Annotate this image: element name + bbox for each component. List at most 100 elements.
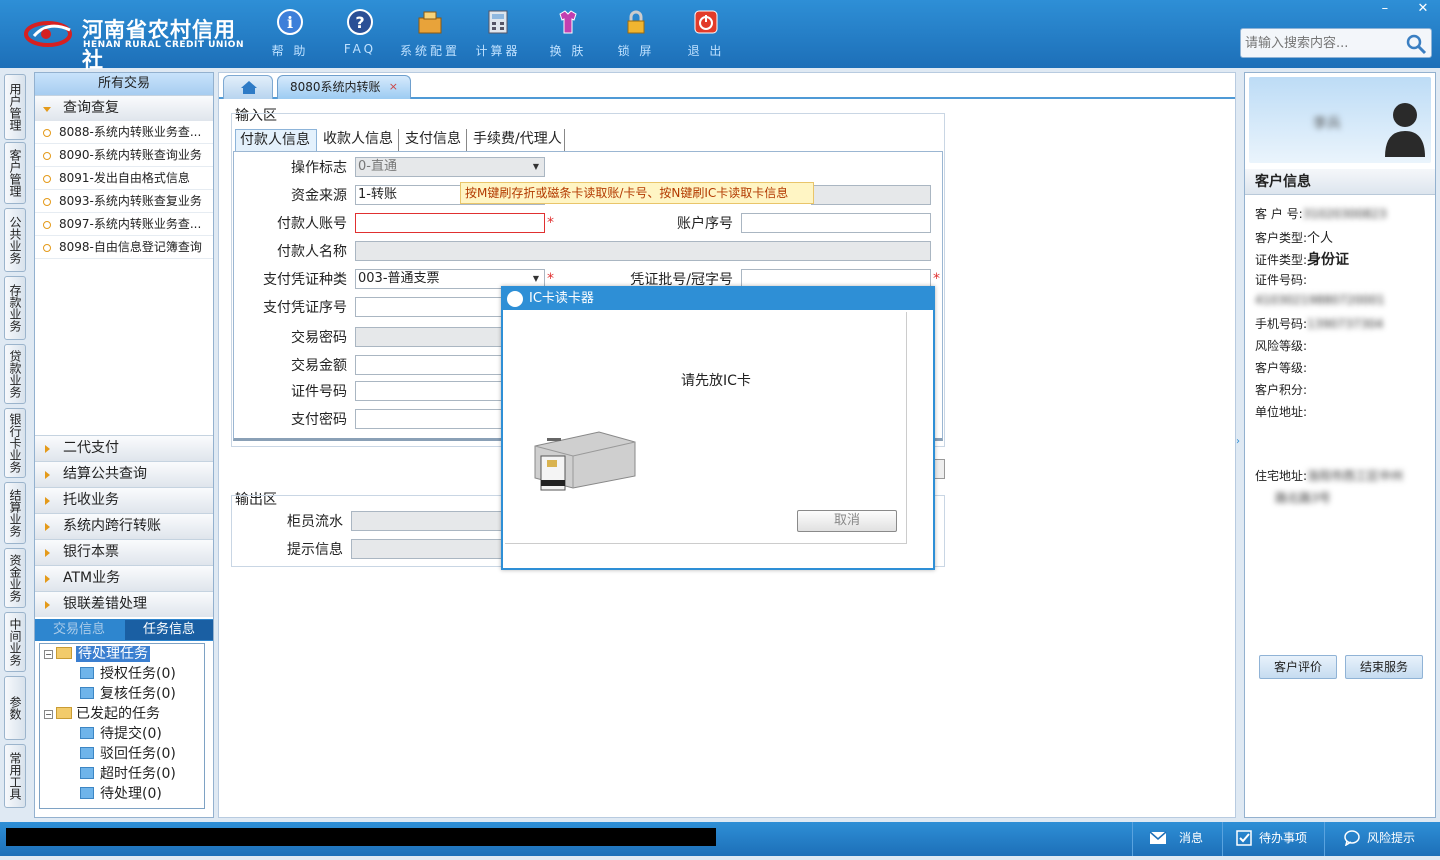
- home-tab[interactable]: [223, 75, 273, 99]
- info-tabs: 交易信息 任务信息: [35, 619, 213, 641]
- rail-deposit[interactable]: 存款业务: [4, 276, 26, 340]
- tab-task-info[interactable]: 任务信息: [125, 620, 213, 640]
- rail-loan[interactable]: 贷款业务: [4, 344, 26, 404]
- rail-fund[interactable]: 资金业务: [4, 548, 26, 608]
- calculator-button[interactable]: 计算器: [468, 8, 528, 64]
- home-icon: [241, 81, 257, 94]
- card-reader-icon: [534, 431, 636, 491]
- rail-customer-mgmt[interactable]: 客户管理: [4, 142, 26, 204]
- nav-group-settlement-query[interactable]: 结算公共查询: [35, 461, 213, 487]
- task-icon: [80, 787, 94, 799]
- messages-button[interactable]: 消息: [1132, 822, 1222, 856]
- nav-group-cashier-check[interactable]: 银行本票: [35, 539, 213, 565]
- skin-button[interactable]: 换 肤: [538, 8, 598, 64]
- tree-node-initiated[interactable]: − 已发起的任务: [44, 704, 160, 724]
- exit-button[interactable]: 退 出: [676, 8, 736, 64]
- field-work-address: 单位地址:: [1255, 405, 1308, 419]
- dialog-title: IC卡读卡器: [529, 291, 594, 306]
- rail-user-mgmt[interactable]: 用户管理: [4, 74, 26, 140]
- task-icon: [80, 767, 94, 779]
- tx-amount-label: 交易金额: [291, 358, 347, 374]
- nav-group-cnaps[interactable]: 二代支付: [35, 435, 213, 461]
- close-tab-icon[interactable]: ×: [389, 76, 398, 98]
- account-seq-label: 账户序号: [677, 216, 733, 232]
- checkbox-icon: [1236, 830, 1252, 846]
- voucher-seq-label: 支付凭证序号: [263, 300, 347, 316]
- nav-item[interactable]: 8093-系统内转账查复业务: [35, 190, 213, 213]
- nav-item[interactable]: 8098-自由信息登记簿查询: [35, 236, 213, 259]
- faq-button[interactable]: ? FAQ: [330, 8, 390, 64]
- nav-group-collection[interactable]: 托收业务: [35, 487, 213, 513]
- rail-intermediary[interactable]: 中间业务: [4, 612, 26, 672]
- nav-group-query[interactable]: 查询查复: [35, 95, 213, 121]
- customer-profile: 李兵: [1249, 77, 1431, 163]
- risk-alert-button[interactable]: 风险提示: [1324, 822, 1440, 856]
- tab-payer-info[interactable]: 付款人信息: [235, 129, 317, 151]
- skin-label: 换 肤: [549, 44, 587, 58]
- close-window-button[interactable]: ✕: [1406, 0, 1440, 18]
- end-service-button[interactable]: 结束服务: [1345, 655, 1423, 679]
- customer-name: 李兵: [1313, 116, 1341, 132]
- search-icon[interactable]: [1405, 33, 1427, 55]
- logo: 河南省农村信用社 HENAN RURAL CREDIT UNION: [24, 12, 244, 72]
- tab-8080[interactable]: 8080系统内转账 ×: [277, 75, 411, 99]
- tree-node-submit[interactable]: 待提交(0): [80, 724, 162, 744]
- tab-fee-agent[interactable]: 手续费/代理人: [469, 129, 565, 151]
- tree-node-todo[interactable]: 待处理(0): [80, 784, 162, 804]
- lock-button[interactable]: 锁 屏: [606, 8, 666, 64]
- nav-header: 所有交易: [35, 73, 213, 95]
- status-bar: 消息 待办事项 风险提示: [0, 822, 1440, 856]
- tree-node-rejected[interactable]: 驳回任务(0): [80, 744, 176, 764]
- field-id-type: 证件类型:身份证: [1255, 252, 1350, 268]
- nav-item[interactable]: 8091-发出自由格式信息: [35, 167, 213, 190]
- status-message-bar: [6, 828, 716, 846]
- dialog-message: 请先放IC卡: [681, 373, 751, 389]
- nav-group-interbank[interactable]: 系统内跨行转账: [35, 513, 213, 539]
- card-swipe-tooltip: 按M键刷存折或磁条卡读取账/卡号、按N键刷IC卡读取卡信息: [460, 182, 814, 204]
- op-flag-select[interactable]: 0-直通 ▼: [355, 157, 545, 177]
- rail-params[interactable]: 参数: [4, 676, 26, 740]
- nav-group-atm[interactable]: ATM业务: [35, 565, 213, 591]
- tab-payee-info[interactable]: 收款人信息: [319, 129, 399, 151]
- pay-password-label: 支付密码: [291, 412, 347, 428]
- rail-card[interactable]: 银行卡业务: [4, 408, 26, 478]
- required-mark: *: [933, 271, 940, 287]
- tree-node-pending[interactable]: − 待处理任务: [44, 644, 150, 664]
- task-icon: [80, 667, 94, 679]
- payer-account-label: 付款人账号: [277, 216, 347, 232]
- payer-account-input[interactable]: [355, 213, 545, 233]
- customer-evaluation-button[interactable]: 客户评价: [1259, 655, 1337, 679]
- search-input[interactable]: [1241, 29, 1401, 57]
- nav-item[interactable]: 8088-系统内转账业务查...: [35, 121, 213, 144]
- minimize-button[interactable]: –: [1368, 0, 1402, 18]
- home-address-line2: 路北路3号: [1275, 491, 1331, 505]
- tree-node-review[interactable]: 复核任务(0): [80, 684, 176, 704]
- nav-item[interactable]: 8097-系统内转账业务查...: [35, 213, 213, 236]
- account-seq-input[interactable]: [741, 213, 931, 233]
- rail-tools[interactable]: 常用工具: [4, 744, 26, 808]
- search-box: [1240, 28, 1432, 58]
- required-mark: *: [547, 271, 554, 287]
- folder-icon: [56, 647, 72, 659]
- logo-icon: [24, 21, 72, 47]
- task-tree: − 待处理任务 授权任务(0) 复核任务(0) − 已发起的任务 待提交(0) 驳回…: [39, 643, 205, 809]
- cancel-button[interactable]: 取消: [797, 510, 897, 532]
- panel-splitter-icon[interactable]: ›: [1236, 436, 1242, 452]
- calculator-label: 计算器: [475, 44, 521, 58]
- nav-item[interactable]: 8090-系统内转账查询业务: [35, 144, 213, 167]
- faq-icon: ?: [347, 9, 373, 35]
- exit-label: 退 出: [687, 44, 725, 58]
- tab-title: 8080系统内转账: [290, 80, 381, 94]
- help-button[interactable]: i 帮 助: [260, 8, 320, 64]
- tab-payment-info[interactable]: 支付信息: [401, 129, 467, 151]
- tab-transaction-info[interactable]: 交易信息: [35, 620, 123, 640]
- config-label: 系统配置: [400, 44, 461, 58]
- config-button[interactable]: 系统配置: [400, 8, 460, 64]
- todo-button[interactable]: 待办事项: [1222, 822, 1324, 856]
- nav-group-unionpay[interactable]: 银联差错处理: [35, 591, 213, 617]
- tree-node-timeout[interactable]: 超时任务(0): [80, 764, 176, 784]
- tree-node-auth[interactable]: 授权任务(0): [80, 664, 176, 684]
- rail-public-business[interactable]: 公共业务: [4, 208, 26, 272]
- ic-card-reader-dialog: IC卡读卡器 请先放IC卡 取消: [501, 286, 935, 570]
- rail-settlement[interactable]: 结算业务: [4, 482, 26, 544]
